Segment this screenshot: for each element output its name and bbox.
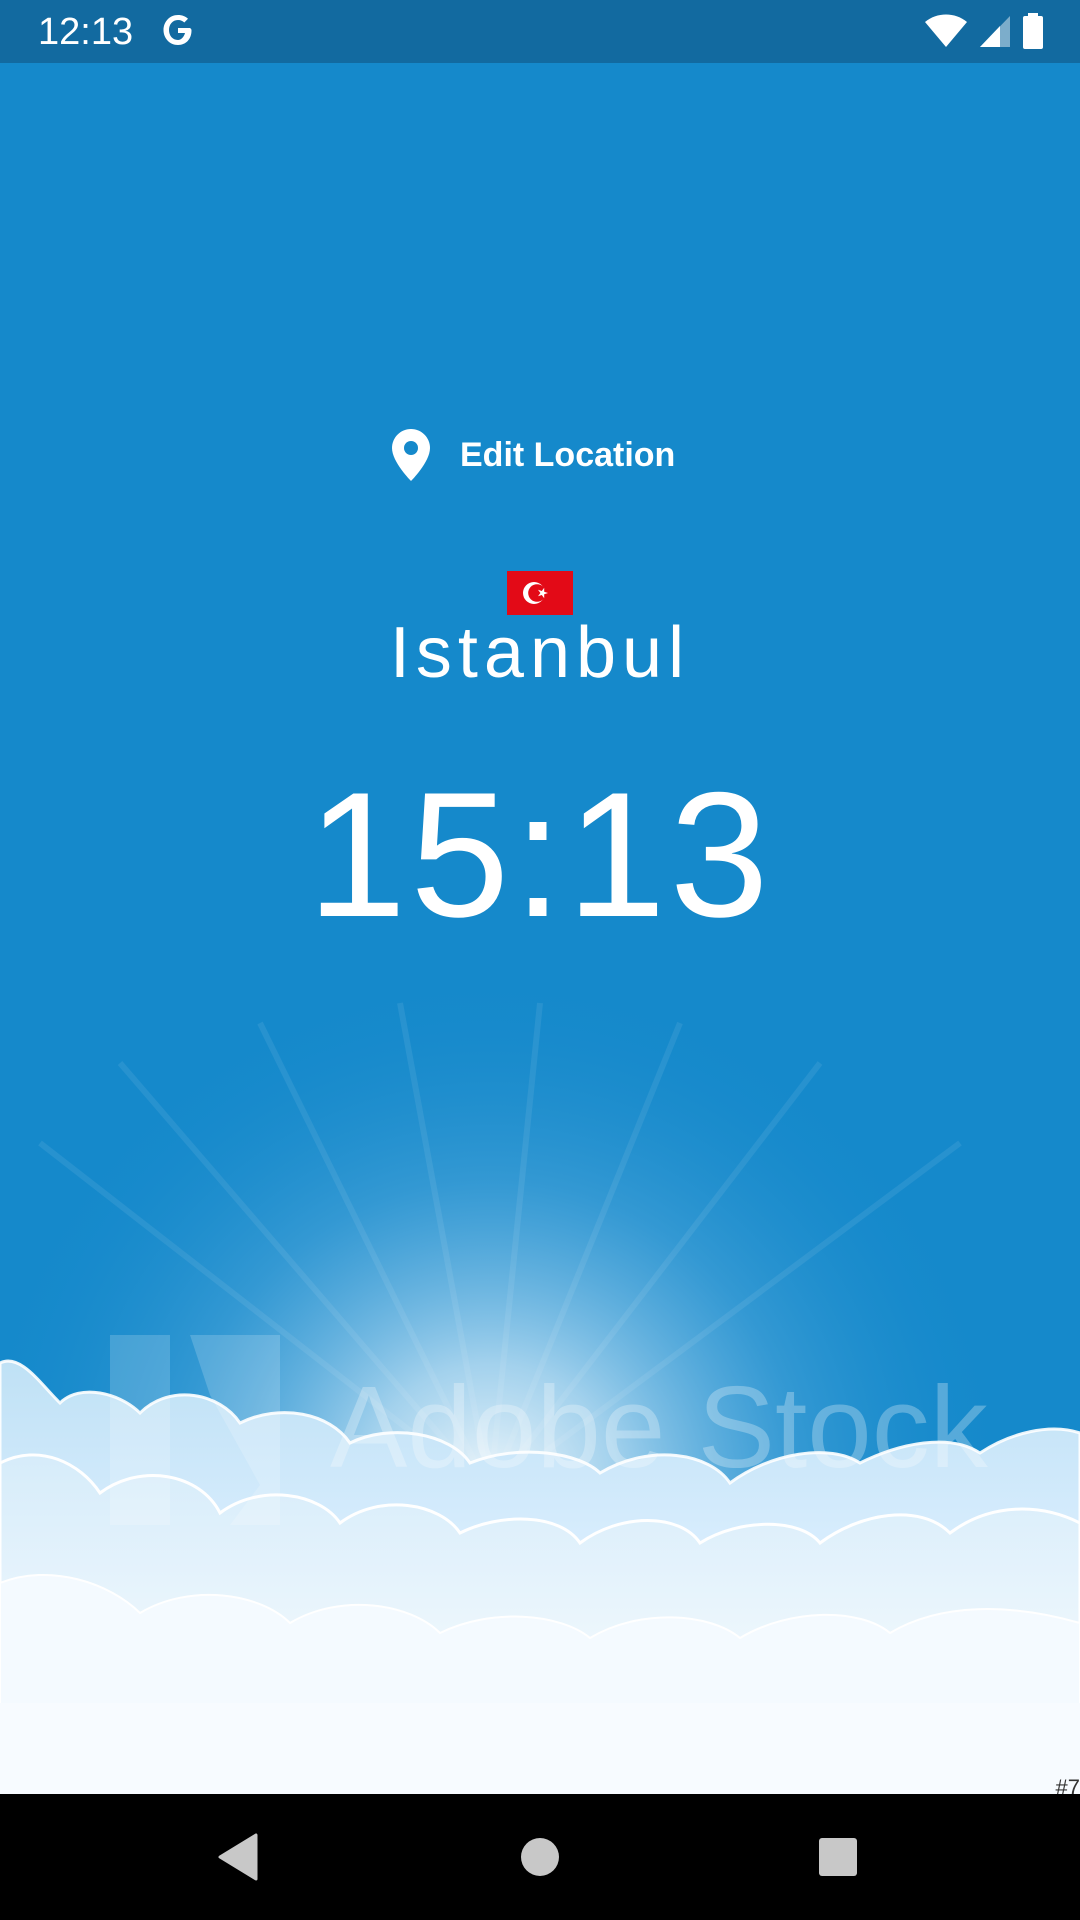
navigation-bar <box>0 1794 1080 1920</box>
recents-button[interactable] <box>803 1822 873 1892</box>
home-icon <box>521 1838 559 1876</box>
home-button[interactable] <box>505 1822 575 1892</box>
google-g-icon <box>163 15 192 45</box>
status-bar: 12:13 <box>0 0 1080 63</box>
status-time: 12:13 <box>38 11 134 53</box>
recents-icon <box>819 1838 857 1876</box>
edit-location-label: Edit Location <box>460 435 676 474</box>
watermark-text: Adobe Stock <box>330 1362 988 1492</box>
location-pin-icon <box>392 429 430 481</box>
status-icons <box>924 12 1044 50</box>
turkey-flag-icon <box>507 571 573 615</box>
back-icon <box>218 1833 258 1881</box>
edit-location-button[interactable]: Edit Location <box>390 425 675 485</box>
city-time: 15:13 <box>307 755 773 954</box>
cell-signal-icon <box>980 16 1010 47</box>
back-button[interactable] <box>203 1822 273 1892</box>
wifi-icon <box>925 14 967 47</box>
battery-icon <box>1023 13 1043 49</box>
city-name: Istanbul <box>389 613 691 693</box>
screen: 12:13 Edit Location Istanbul 15:13 Adobe… <box>0 0 1080 1920</box>
